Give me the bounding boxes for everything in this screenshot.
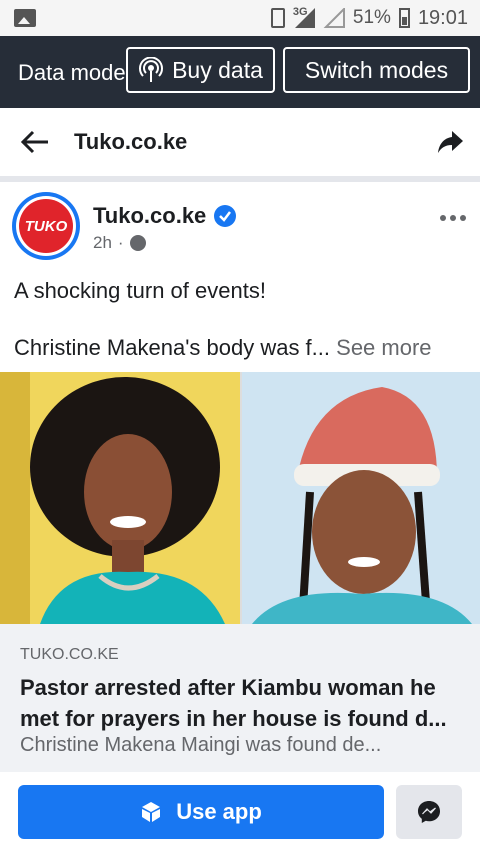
switch-modes-label: Switch modes — [304, 56, 449, 83]
broadcast-icon — [139, 57, 164, 82]
clock: 19:01 — [417, 6, 468, 29]
network-type: 3G — [292, 6, 308, 18]
post-text-line1: A shocking turn of events! — [14, 278, 266, 303]
switch-modes-button[interactable]: Switch modes — [283, 47, 470, 93]
link-title[interactable]: Pastor arrested after Kiambu woman he me… — [20, 672, 464, 734]
link-source: TUKO.CO.KE — [20, 646, 119, 663]
cube-icon — [142, 802, 161, 822]
avatar-logo: TUKO — [19, 199, 73, 253]
wifi-icon — [323, 8, 345, 28]
use-app-button[interactable]: Use app — [18, 785, 384, 839]
data-mode-bar: Data mode Buy data Switch modes — [0, 36, 480, 108]
page-title: Tuko.co.ke — [74, 129, 188, 154]
post-text-snippet: Christine Makena's body was f... — [14, 335, 331, 360]
verified-badge-icon — [214, 205, 237, 227]
buy-data-button[interactable]: Buy data — [126, 47, 275, 93]
post-text-line2: Christine Makena's body was f... See mor… — [14, 335, 432, 361]
share-icon[interactable] — [436, 128, 464, 156]
signal-icon: 3G — [292, 6, 315, 28]
buy-data-label: Buy data — [172, 56, 263, 83]
gallery-icon — [14, 9, 36, 27]
post-time: 2h — [93, 233, 112, 252]
photo-right — [242, 372, 480, 624]
post-author[interactable]: Tuko.co.ke — [93, 203, 237, 229]
messenger-button[interactable] — [396, 785, 462, 839]
link-preview-card[interactable]: TUKO.CO.KE Pastor arrested after Kiambu … — [0, 624, 480, 772]
messenger-icon — [418, 801, 440, 823]
battery-percent: 51% — [352, 7, 391, 28]
post-image[interactable] — [0, 372, 480, 624]
globe-icon — [129, 235, 146, 251]
link-description: Christine Makena Maingi was found de... — [20, 734, 382, 756]
post-meta: 2h · — [93, 233, 146, 253]
vibrate-icon — [270, 8, 285, 28]
data-mode-title: Data mode — [18, 60, 126, 85]
status-bar: 3G 51% 19:01 — [0, 0, 480, 36]
avatar[interactable]: TUKO — [12, 192, 80, 260]
page-header: Tuko.co.ke — [0, 108, 480, 177]
bottom-bar: Use app — [0, 772, 480, 854]
battery-icon — [398, 8, 410, 28]
more-options-icon[interactable] — [440, 215, 466, 221]
use-app-label: Use app — [176, 799, 262, 824]
back-arrow-icon[interactable] — [20, 128, 50, 156]
photo-left — [0, 372, 240, 624]
divider — [0, 176, 480, 182]
see-more-link[interactable]: See more — [336, 335, 431, 360]
post-author-name[interactable]: Tuko.co.ke — [93, 203, 206, 229]
dot-separator: · — [117, 233, 124, 252]
